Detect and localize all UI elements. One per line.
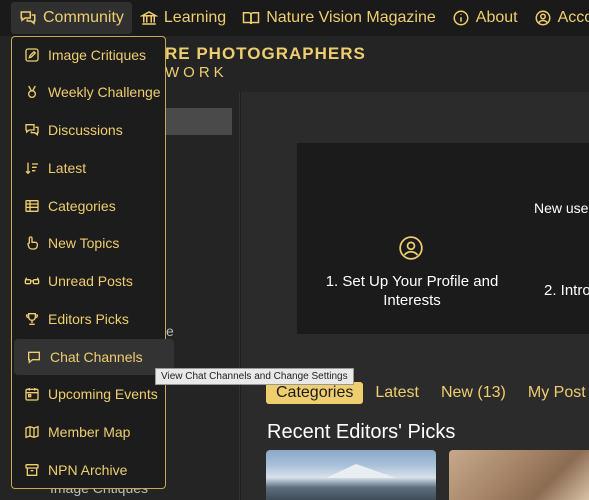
trophy-icon	[24, 311, 40, 327]
menu-item-label: Weekly Challenge	[48, 84, 161, 100]
step-profile[interactable]: 1. Set Up Your Profile and Interests	[322, 272, 502, 310]
nav-account[interactable]: Accoun	[526, 2, 589, 34]
menu-item-editors-picks[interactable]: Editors Picks	[12, 301, 165, 337]
chat-bubbles-icon	[24, 122, 40, 138]
glasses-icon	[24, 273, 40, 289]
menu-item-discussions[interactable]: Discussions	[12, 112, 165, 148]
institution-icon	[139, 9, 158, 27]
calendar-icon	[24, 386, 40, 402]
open-book-icon	[242, 9, 260, 27]
hand-point-icon	[24, 235, 40, 251]
menu-item-latest[interactable]: Latest	[12, 150, 165, 186]
menu-item-label: Image Critiques	[48, 47, 147, 63]
sidebar-partial-text: e	[166, 323, 174, 339]
menu-item-label: Chat Channels	[50, 349, 143, 365]
tab-latest[interactable]: Latest	[365, 382, 429, 404]
recent-editors-picks-title: Recent Editors' Picks	[267, 421, 456, 443]
nav-label: Learning	[163, 9, 227, 26]
nav-nature-vision-magazine[interactable]: Nature Vision Magazine	[234, 2, 444, 34]
menu-item-label: New Topics	[48, 235, 120, 251]
banner-heading: New user	[534, 200, 589, 216]
nav-label: Community	[43, 9, 124, 26]
tab-my-posts[interactable]: My Post	[518, 382, 589, 404]
menu-item-chat-channels[interactable]: Chat Channels	[14, 339, 174, 375]
chat-channels-tooltip: View Chat Channels and Change Settings	[155, 368, 354, 385]
community-dropdown-menu: Image Critiques Weekly Challenge Discuss…	[11, 36, 174, 489]
menu-item-new-topics[interactable]: New Topics	[12, 225, 165, 261]
nav-label: Accoun	[557, 9, 589, 26]
menu-item-label: Categories	[48, 198, 116, 214]
table-icon	[24, 198, 40, 214]
menu-item-label: NPN Archive	[48, 462, 128, 478]
archive-icon	[24, 462, 40, 478]
tab-categories[interactable]: Categories	[266, 382, 364, 404]
edit-square-icon	[24, 47, 40, 63]
menu-item-label: Editors Picks	[48, 311, 129, 327]
tab-new[interactable]: New (13)	[431, 382, 516, 404]
menu-item-weekly-challenge[interactable]: Weekly Challenge	[12, 74, 165, 110]
topic-tabs: Categories Latest New (13) My Post	[266, 382, 589, 404]
nav-learning[interactable]: Learning	[132, 2, 234, 34]
menu-item-member-map[interactable]: Member Map	[12, 414, 165, 450]
chat-bubble-icon	[26, 349, 42, 365]
nav-label: About	[475, 9, 518, 26]
menu-item-label: Latest	[48, 160, 87, 176]
info-icon	[452, 9, 470, 27]
menu-item-label: Upcoming Events	[48, 386, 158, 402]
brand-title[interactable]: RE PHOTOGRAPHERS	[165, 44, 366, 64]
medal-icon	[24, 84, 40, 100]
nav-community[interactable]: Community	[11, 2, 132, 34]
nav-about[interactable]: About	[444, 2, 526, 34]
chat-bubbles-icon	[19, 9, 37, 27]
brand-subtitle[interactable]: WORK	[165, 64, 228, 81]
menu-item-label: Member Map	[48, 424, 131, 440]
top-nav: Community Learning Nature Vision Magazin…	[0, 0, 589, 36]
user-circle-icon	[398, 235, 424, 261]
menu-item-unread-posts[interactable]: Unread Posts	[12, 263, 165, 299]
menu-item-npn-archive[interactable]: NPN Archive	[12, 452, 165, 488]
menu-item-categories[interactable]: Categories	[12, 188, 165, 224]
sort-list-icon	[24, 160, 40, 176]
user-circle-icon	[534, 9, 552, 27]
menu-item-label: Unread Posts	[48, 273, 133, 289]
menu-item-image-critiques[interactable]: Image Critiques	[12, 37, 165, 73]
sidebar-search-box[interactable]	[165, 108, 232, 135]
editors-pick-thumbnail[interactable]	[449, 450, 589, 500]
map-icon	[24, 424, 40, 440]
menu-item-label: Discussions	[48, 122, 123, 138]
nav-label: Nature Vision Magazine	[266, 9, 436, 26]
menu-item-upcoming-events[interactable]: Upcoming Events	[12, 376, 165, 412]
step-intro[interactable]: 2. Intro	[544, 282, 589, 299]
editors-pick-thumbnail[interactable]	[266, 450, 436, 500]
